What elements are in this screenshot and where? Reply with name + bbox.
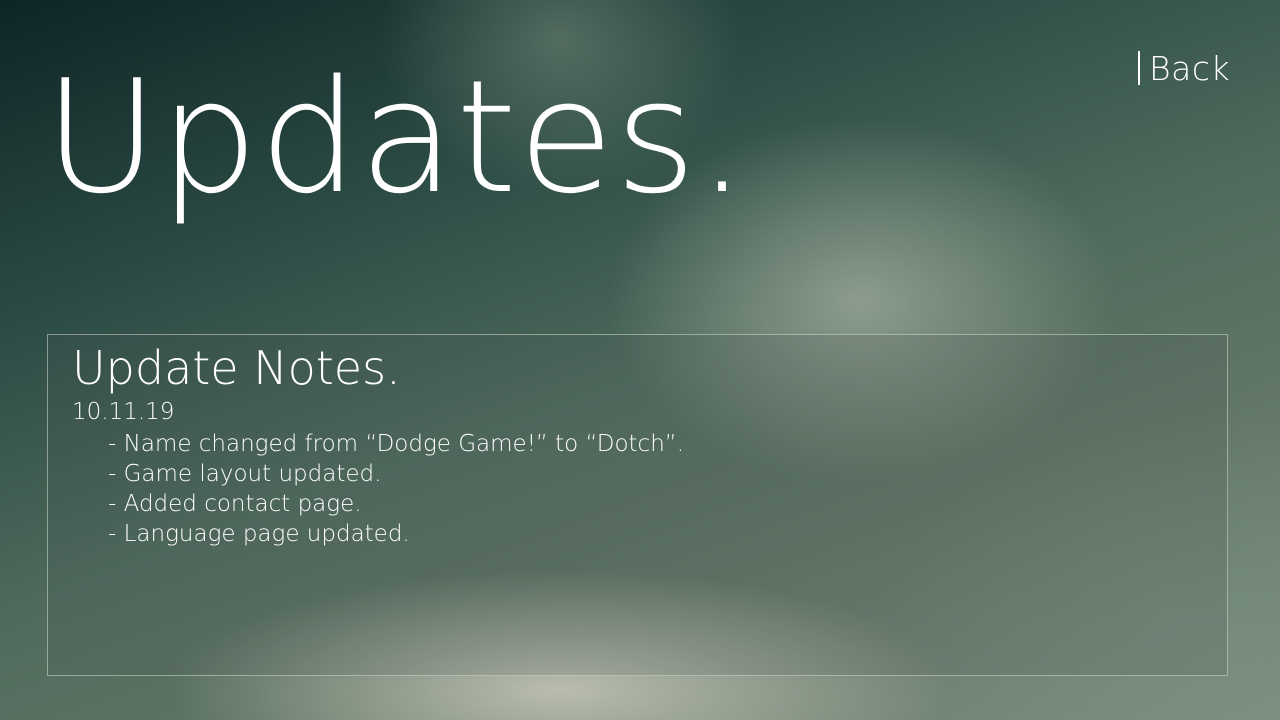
page-title: Updates. <box>44 46 748 228</box>
update-notes-list: - Name changed from “Dodge Game!” to “Do… <box>108 429 684 549</box>
back-label: Back <box>1149 48 1231 88</box>
back-button[interactable]: Back <box>1138 48 1231 88</box>
update-date: 10.11.19 <box>72 399 175 425</box>
list-item: - Language page updated. <box>108 521 410 547</box>
update-notes-title: Update Notes. <box>72 341 401 395</box>
list-item: - Game layout updated. <box>108 461 382 487</box>
list-item: - Added contact page. <box>108 491 362 517</box>
list-item: - Name changed from “Dodge Game!” to “Do… <box>108 431 684 457</box>
back-divider <box>1138 51 1140 85</box>
update-notes-panel: Update Notes. 10.11.19 - Name changed fr… <box>47 334 1228 676</box>
